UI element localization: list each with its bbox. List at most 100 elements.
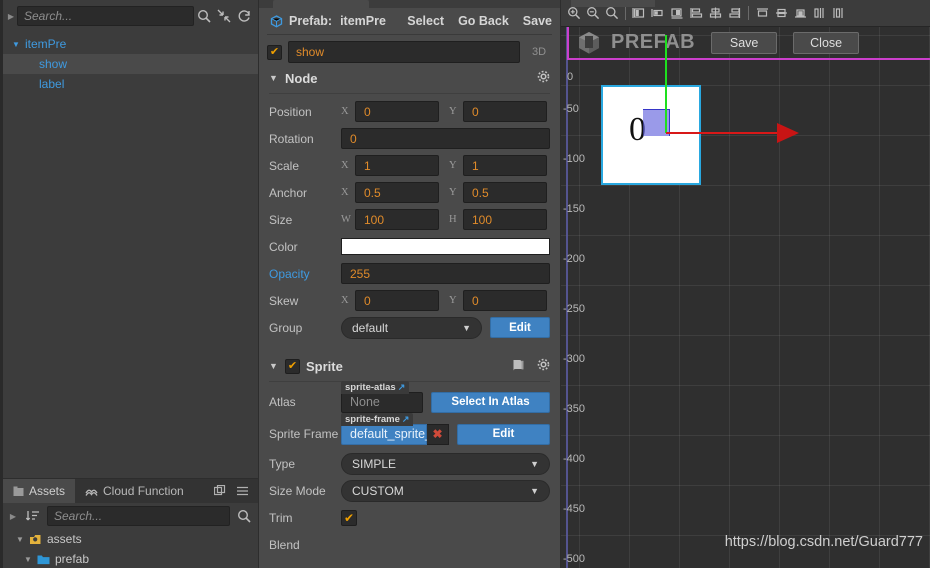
group-select[interactable]: default ▼ (341, 316, 482, 339)
prop-trim: Trim ✔ (259, 504, 560, 531)
sprite-section-header[interactable]: ▼ ✔ Sprite (259, 353, 560, 379)
size-height-input[interactable]: 100 (463, 209, 547, 230)
external-link-icon[interactable]: ↗ (402, 414, 410, 425)
anchor-x-input[interactable]: 0.5 (355, 182, 439, 203)
align-right-icon[interactable] (669, 4, 686, 22)
search-icon[interactable] (194, 6, 214, 26)
gear-icon[interactable] (537, 70, 550, 86)
distribute-h-icon[interactable] (811, 4, 828, 22)
skew-x-input[interactable]: 0 (355, 290, 439, 311)
hierarchy-search-input[interactable]: Search... (17, 6, 194, 26)
align-middle-icon[interactable] (773, 4, 790, 22)
menu-icon[interactable] (232, 481, 252, 501)
gizmo-axis-y[interactable] (665, 35, 667, 133)
ruler-tick: -250 (563, 303, 586, 315)
chevron-down-icon: ▼ (530, 485, 539, 496)
sprite-type-select[interactable]: SIMPLE ▼ (341, 452, 550, 475)
chevron-down-icon[interactable]: ▼ (11, 39, 21, 49)
assets-row-prefab[interactable]: ▼ prefab (3, 549, 258, 568)
gizmo-axis-x-arrow[interactable] (777, 123, 799, 143)
group-edit-button[interactable]: Edit (490, 317, 550, 338)
popout-icon[interactable] (210, 481, 230, 501)
hierarchy-collapse-caret[interactable]: ▶ (5, 12, 17, 21)
sort-icon[interactable] (23, 506, 43, 526)
node-enabled-checkbox[interactable]: ✔ (267, 44, 282, 60)
select-in-atlas-button[interactable]: Select In Atlas (431, 391, 550, 413)
scale-y-input[interactable]: 1 (463, 155, 547, 176)
tree-node-label-item[interactable]: label (3, 74, 258, 94)
prop-opacity: Opacity 255 (259, 260, 560, 287)
clear-sprite-frame-icon[interactable]: ✖ (427, 423, 449, 445)
prop-scale: Scale X 1 Y 1 (259, 152, 560, 179)
tree-node-itempre[interactable]: ▼ itemPre (3, 34, 258, 54)
selected-node-bounds[interactable]: 0 (601, 85, 701, 185)
distribute-center-icon[interactable] (707, 4, 724, 22)
prefab-breadcrumb-bar: Prefab: itemPre Select Go Back Save (259, 8, 560, 34)
align-bottom-icon[interactable] (792, 4, 809, 22)
sprite-enabled-checkbox[interactable]: ✔ (285, 358, 300, 374)
size-mode-select[interactable]: CUSTOM ▼ (341, 479, 550, 502)
refresh-icon[interactable] (234, 6, 254, 26)
chevron-down-icon[interactable]: ▼ (269, 73, 279, 83)
scene-viewport[interactable]: -50 -100 -150 -200 -250 -300 -350 -400 -… (561, 27, 930, 568)
tab-assets[interactable]: Assets (3, 479, 76, 503)
prop-label: Anchor (269, 185, 308, 200)
prefab-close-button[interactable]: Close (793, 31, 860, 54)
external-link-icon[interactable]: ↗ (398, 382, 406, 393)
opacity-input[interactable]: 255 (341, 263, 550, 284)
ruler-tick: -450 (563, 503, 586, 515)
distribute-left-icon[interactable] (688, 4, 705, 22)
editor-window: ▶ Search... ▼ itemPre show label Assets … (0, 0, 930, 568)
sprite-frame-value-field[interactable]: default_sprite_... (341, 423, 442, 445)
skew-y-input[interactable]: 0 (463, 290, 547, 311)
prefab-outline-top (567, 58, 930, 60)
anchor-y-input[interactable]: 0.5 (463, 182, 547, 203)
prop-label: Skew (269, 293, 299, 308)
prop-label: Size Mode (269, 483, 326, 498)
distribute-v-icon[interactable] (830, 4, 847, 22)
atlas-value-field[interactable]: None (341, 391, 423, 413)
align-top-icon[interactable] (754, 4, 771, 22)
book-icon[interactable] (512, 358, 525, 374)
ruler-vertical: -50 -100 -150 -200 -250 -300 -350 -400 -… (561, 27, 585, 568)
chevron-down-icon[interactable]: ▼ (15, 534, 25, 544)
scale-x-input[interactable]: 1 (355, 155, 439, 176)
search-icon[interactable] (234, 506, 254, 526)
prop-label[interactable]: Opacity (269, 267, 341, 281)
gizmo-axis-x[interactable] (666, 132, 781, 134)
size-width-input[interactable]: 100 (355, 209, 439, 230)
node-name-input[interactable]: show (288, 41, 520, 63)
divider (269, 93, 550, 94)
color-swatch[interactable] (341, 238, 550, 255)
assets-row-assets[interactable]: ▼ assets (3, 529, 258, 549)
assets-toolbar: ▶ Search... (3, 503, 258, 529)
prefab-save-button[interactable]: Save (523, 14, 552, 28)
prop-rotation: Rotation 0 (259, 125, 560, 152)
collapse-icon[interactable] (214, 6, 234, 26)
position-y-input[interactable]: 0 (463, 101, 547, 122)
chevron-down-icon[interactable]: ▼ (23, 554, 33, 564)
tab-cloud-function[interactable]: Cloud Function (75, 479, 194, 503)
ruler-tick: -50 (563, 103, 579, 115)
chevron-down-icon[interactable]: ▼ (269, 361, 279, 371)
trim-checkbox[interactable]: ✔ (341, 509, 357, 526)
prop-label: Sprite Frame (269, 427, 339, 441)
prefab-select-button[interactable]: Select (407, 14, 444, 28)
axis-x-label: X (341, 160, 349, 171)
value: 1 (364, 158, 371, 173)
prefab-goback-button[interactable]: Go Back (458, 14, 509, 28)
rotation-input[interactable]: 0 (341, 128, 550, 149)
node-section-header[interactable]: ▼ Node (259, 65, 560, 91)
tree-node-show[interactable]: show (3, 54, 258, 74)
assets-search-input[interactable]: Search... (47, 506, 230, 526)
ruler-tick: -500 (563, 553, 586, 565)
position-x-input[interactable]: 0 (355, 101, 439, 122)
divider (269, 381, 550, 382)
sprite-frame-edit-button[interactable]: Edit (457, 423, 550, 445)
gear-icon[interactable] (537, 358, 550, 374)
mode-3d-toggle[interactable]: 3D (526, 46, 552, 58)
prefab-save-button[interactable]: Save (711, 31, 778, 54)
distribute-right-icon[interactable] (726, 4, 743, 22)
assets-collapse-caret[interactable]: ▶ (7, 512, 19, 521)
atlas-type-tag: sprite-atlas ↗ (341, 380, 410, 394)
